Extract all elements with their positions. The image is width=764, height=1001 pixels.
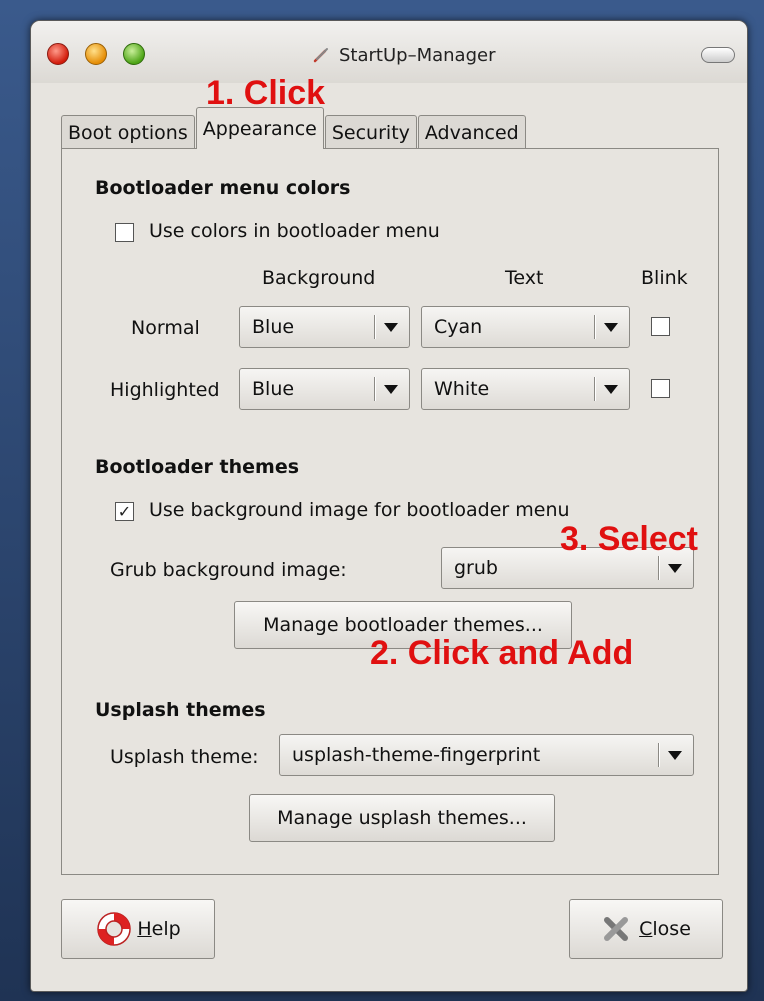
usplash-theme-value: usplash-theme-fingerprint (292, 744, 541, 766)
highlighted-row-label: Highlighted (110, 379, 220, 401)
highlighted-blink-checkbox[interactable] (651, 379, 670, 398)
bootloader-themes-heading: Bootloader themes (95, 456, 300, 478)
chevron-down-icon (668, 564, 682, 573)
tab-boot-options[interactable]: Boot options (61, 115, 195, 149)
normal-background-value: Blue (252, 316, 295, 338)
normal-text-value: Cyan (434, 316, 483, 338)
combo-separator (374, 377, 375, 401)
text-column-header: Text (505, 267, 544, 289)
title-bar[interactable]: StartUp–Manager (31, 21, 747, 83)
combo-separator (658, 556, 659, 580)
startup-manager-window: StartUp–Manager Boot options Appearance … (30, 20, 748, 992)
maximize-window-button[interactable] (123, 43, 145, 65)
usplash-theme-label: Usplash theme: (110, 746, 259, 768)
usplash-theme-combo[interactable]: usplash-theme-fingerprint (279, 734, 694, 776)
wrench-screwdriver-icon (313, 48, 328, 63)
close-button-label: Close (639, 918, 691, 940)
background-column-header: Background (262, 267, 376, 289)
use-colors-checkbox[interactable] (115, 223, 134, 242)
use-background-image-checkbox[interactable]: ✓ (115, 502, 134, 521)
combo-separator (594, 377, 595, 401)
grub-background-image-label: Grub background image: (110, 559, 347, 581)
highlighted-text-combo[interactable]: White (421, 368, 630, 410)
window-title: StartUp–Manager (339, 44, 496, 66)
close-x-icon (604, 917, 629, 941)
combo-separator (594, 315, 595, 339)
chevron-down-icon (604, 385, 618, 394)
window-title-group: StartUp–Manager (311, 43, 495, 67)
manage-usplash-themes-button[interactable]: Manage usplash themes... (249, 794, 555, 842)
close-window-button[interactable] (47, 43, 69, 65)
chevron-down-icon (384, 323, 398, 332)
chevron-down-icon (384, 385, 398, 394)
grub-background-image-value: grub (454, 557, 498, 579)
normal-row-label: Normal (131, 317, 200, 339)
annotation-step3: 3. Select (560, 520, 698, 558)
chevron-down-icon (668, 751, 682, 760)
combo-separator (658, 743, 659, 767)
tab-appearance[interactable]: Appearance (195, 107, 324, 149)
highlighted-background-combo[interactable]: Blue (239, 368, 410, 410)
help-button-label: Help (137, 918, 181, 940)
use-background-image-label: Use background image for bootloader menu (149, 499, 570, 521)
tab-advanced[interactable]: Advanced (417, 115, 526, 149)
bootloader-menu-colors-heading: Bootloader menu colors (95, 177, 351, 199)
highlighted-text-value: White (434, 378, 490, 400)
normal-blink-checkbox[interactable] (651, 317, 670, 336)
normal-background-combo[interactable]: Blue (239, 306, 410, 348)
normal-text-combo[interactable]: Cyan (421, 306, 630, 348)
tab-security[interactable]: Security (324, 115, 417, 149)
minimize-window-button[interactable] (85, 43, 107, 65)
use-colors-label: Use colors in bootloader menu (149, 220, 440, 242)
lifebuoy-icon (97, 912, 132, 946)
combo-separator (374, 315, 375, 339)
chevron-down-icon (604, 323, 618, 332)
annotation-step2: 2. Click and Add (370, 634, 634, 672)
highlighted-background-value: Blue (252, 378, 295, 400)
window-menu-pill-button[interactable] (701, 47, 735, 63)
help-button[interactable]: Help (61, 899, 215, 959)
appearance-panel: Bootloader menu colors Use colors in boo… (61, 148, 719, 875)
usplash-themes-heading: Usplash themes (95, 699, 266, 721)
blink-column-header: Blink (641, 267, 688, 289)
close-button[interactable]: Close (569, 899, 723, 959)
tab-bar: Boot options Appearance Security Advance… (61, 107, 527, 149)
